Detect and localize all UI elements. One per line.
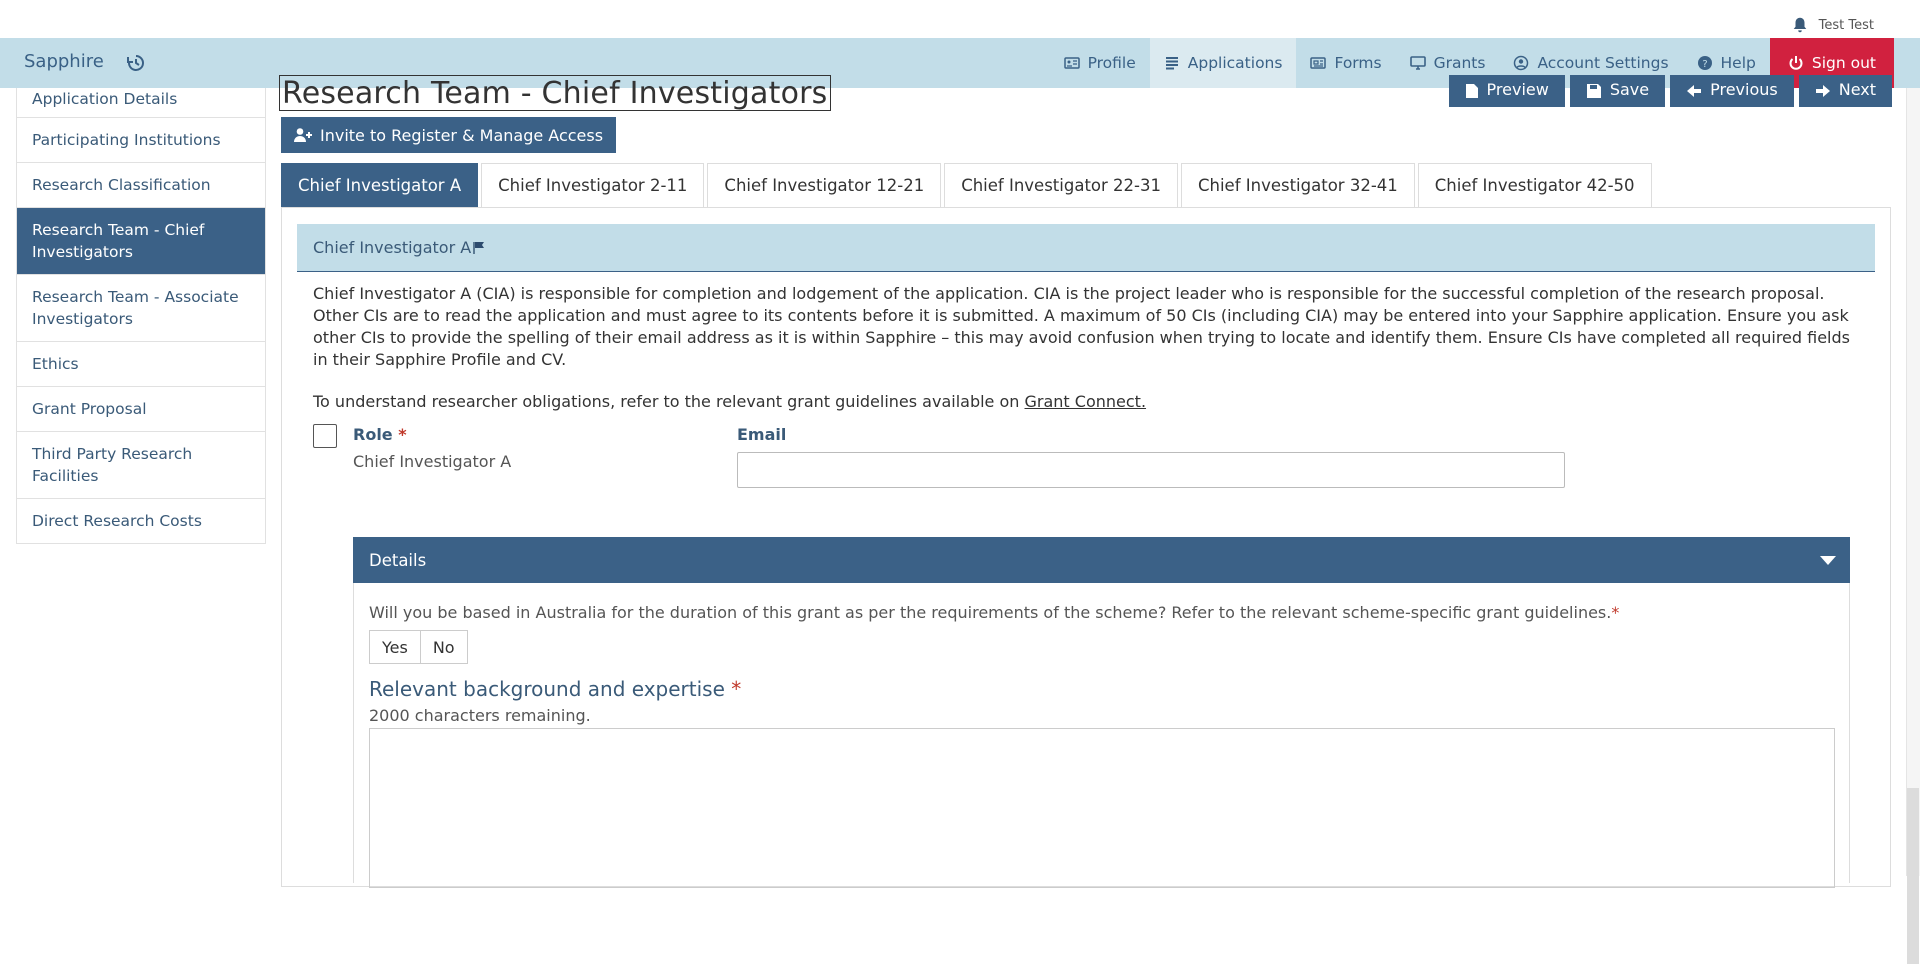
question-text: Will you be based in Australia for the d… bbox=[369, 603, 1612, 622]
tab-chief-investigator-42-50[interactable]: Chief Investigator 42-50 bbox=[1417, 163, 1652, 207]
arrow-right-icon bbox=[1815, 85, 1830, 97]
required-marker: * bbox=[731, 677, 742, 701]
sign-out-label: Sign out bbox=[1811, 54, 1876, 72]
sidebar-item-research-classification[interactable]: Research Classification bbox=[16, 163, 266, 208]
file-icon bbox=[1465, 84, 1478, 98]
based-in-australia-question: Will you be based in Australia for the d… bbox=[369, 603, 1619, 622]
panel-description: Chief Investigator A (CIA) is responsibl… bbox=[313, 284, 1850, 369]
tab-chief-investigator-12-21[interactable]: Chief Investigator 12-21 bbox=[707, 163, 942, 207]
id-card-icon bbox=[1063, 57, 1080, 69]
details-heading: Details bbox=[369, 550, 427, 570]
grant-connect-link[interactable]: Grant Connect. bbox=[1025, 392, 1147, 411]
required-marker: * bbox=[398, 425, 407, 444]
invite-button[interactable]: Invite to Register & Manage Access bbox=[281, 117, 617, 153]
obligations-label: To understand researcher obligations, re… bbox=[313, 392, 1025, 411]
preview-label: Preview bbox=[1486, 80, 1549, 99]
list-icon bbox=[1165, 57, 1178, 70]
sidebar-item-third-party-research-facilities[interactable]: Third Party Research Facilities bbox=[16, 432, 266, 499]
save-icon bbox=[1586, 84, 1601, 98]
nav-profile[interactable]: Profile bbox=[1050, 38, 1150, 88]
email-label: Email bbox=[737, 425, 787, 444]
save-button[interactable]: Save bbox=[1569, 75, 1666, 107]
panel-heading: Chief Investigator A bbox=[297, 224, 1875, 272]
save-label: Save bbox=[1609, 80, 1650, 99]
invite-label: Invite to Register & Manage Access bbox=[320, 125, 604, 145]
background-expertise-label: Relevant background and expertise * bbox=[369, 677, 741, 701]
question-icon: ? bbox=[1697, 56, 1712, 70]
background-expertise-text: Relevant background and expertise bbox=[369, 677, 725, 701]
tab-chief-investigator-2-11[interactable]: Chief Investigator 2-11 bbox=[481, 163, 705, 207]
sidebar-item-research-team-chief-investigators[interactable]: Research Team - Chief Investigators bbox=[16, 208, 266, 275]
nav-forms[interactable]: Forms bbox=[1296, 38, 1395, 88]
next-label: Next bbox=[1838, 80, 1876, 99]
svg-text:?: ? bbox=[1702, 59, 1707, 70]
role-value: Chief Investigator A bbox=[353, 452, 512, 471]
user-plus-icon bbox=[294, 128, 312, 142]
background-expertise-textarea[interactable] bbox=[369, 728, 1835, 888]
arrow-left-icon bbox=[1687, 85, 1702, 97]
brand-logo[interactable]: Sapphire bbox=[24, 51, 104, 72]
obligations-text: To understand researcher obligations, re… bbox=[313, 392, 1146, 411]
no-button[interactable]: No bbox=[420, 630, 468, 664]
user-bar: Test Test bbox=[0, 0, 1920, 38]
power-icon bbox=[1789, 56, 1803, 70]
nav-grants-label: Grants bbox=[1433, 54, 1486, 72]
previous-button[interactable]: Previous bbox=[1670, 75, 1794, 107]
required-marker: * bbox=[1611, 603, 1620, 622]
sidebar-item-direct-research-costs[interactable]: Direct Research Costs bbox=[16, 499, 266, 544]
yes-button[interactable]: Yes bbox=[369, 630, 421, 664]
nav-profile-label: Profile bbox=[1087, 54, 1136, 72]
flag-icon bbox=[473, 241, 485, 254]
newspaper-icon bbox=[1310, 57, 1327, 69]
sidebar-item-research-team-associate-investigators[interactable]: Research Team - Associate Investigators bbox=[16, 275, 266, 342]
details-header[interactable]: Details bbox=[353, 537, 1850, 583]
select-checkbox[interactable] bbox=[313, 424, 337, 448]
email-field[interactable] bbox=[737, 452, 1565, 488]
page-title: Research Team - Chief Investigators bbox=[279, 75, 831, 111]
nav-applications[interactable]: Applications bbox=[1149, 38, 1297, 88]
sidebar-item-grant-proposal[interactable]: Grant Proposal bbox=[16, 387, 266, 432]
next-button[interactable]: Next bbox=[1798, 75, 1892, 107]
nav-applications-label: Applications bbox=[1187, 54, 1283, 72]
section-sidebar: Application Details Participating Instit… bbox=[16, 88, 266, 544]
characters-remaining: 2000 characters remaining. bbox=[369, 706, 591, 725]
scrollbar-thumb[interactable] bbox=[1907, 788, 1919, 964]
nav-help-label: Help bbox=[1720, 54, 1756, 72]
yes-no-toggle: Yes No bbox=[369, 630, 468, 664]
investigator-tabs: Chief Investigator A Chief Investigator … bbox=[281, 163, 1652, 207]
tab-chief-investigator-32-41[interactable]: Chief Investigator 32-41 bbox=[1180, 163, 1415, 207]
caret-down-icon bbox=[1820, 556, 1836, 565]
nav-forms-label: Forms bbox=[1334, 54, 1382, 72]
tab-chief-investigator-22-31[interactable]: Chief Investigator 22-31 bbox=[944, 163, 1178, 207]
history-icon[interactable] bbox=[126, 53, 146, 73]
sidebar-item-application-details[interactable]: Application Details bbox=[16, 88, 266, 118]
panel-heading-label: Chief Investigator A bbox=[313, 238, 472, 257]
previous-label: Previous bbox=[1710, 80, 1778, 99]
user-menu[interactable]: Test Test bbox=[1791, 15, 1874, 35]
role-label: Role * bbox=[353, 425, 407, 444]
user-circle-icon bbox=[1514, 55, 1529, 71]
page-actions: Preview Save Previous Next bbox=[1448, 75, 1892, 107]
user-name[interactable]: Test Test bbox=[1819, 18, 1874, 33]
sidebar-item-participating-institutions[interactable]: Participating Institutions bbox=[16, 118, 266, 163]
nav-account-settings-label: Account Settings bbox=[1537, 54, 1669, 72]
role-label-text: Role bbox=[353, 425, 393, 444]
monitor-icon bbox=[1409, 56, 1426, 70]
page-scrollbar[interactable] bbox=[1906, 88, 1920, 964]
preview-button[interactable]: Preview bbox=[1448, 75, 1565, 107]
tab-chief-investigator-a[interactable]: Chief Investigator A bbox=[281, 163, 479, 207]
bell-icon[interactable] bbox=[1791, 15, 1809, 35]
sidebar-item-ethics[interactable]: Ethics bbox=[16, 342, 266, 387]
